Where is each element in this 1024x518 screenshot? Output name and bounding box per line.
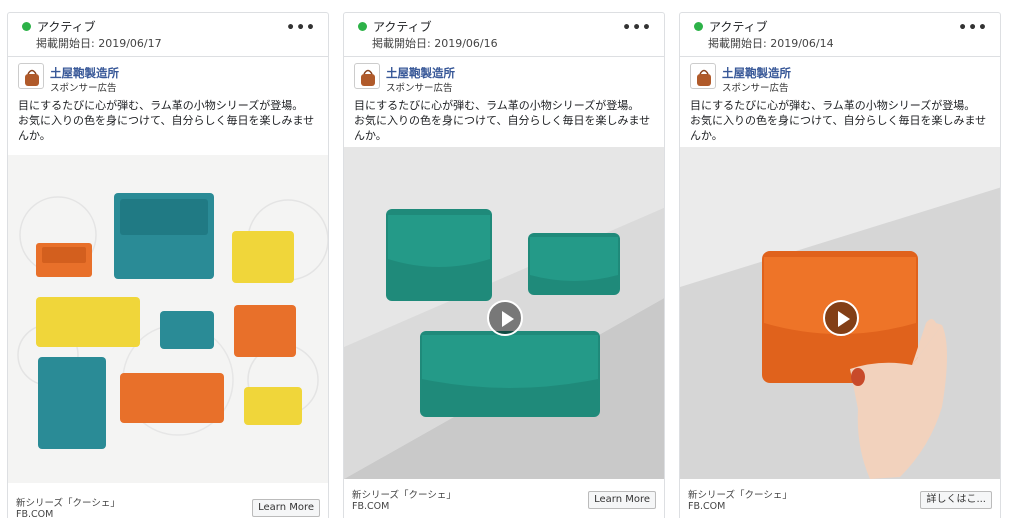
ad-library-cards: アクティブ 掲載開始日: 2019/06/17 ••• 土屋鞄製造所 スポンサー… xyxy=(0,0,1024,518)
bag-logo-icon xyxy=(361,69,375,86)
link-domain: FB.COM xyxy=(16,509,54,518)
divider xyxy=(344,56,664,57)
ad-body-line: お気に入りの色を身につけて、自分らしく毎日を楽しみませんか。 xyxy=(18,114,315,142)
learn-more-button[interactable]: Learn More xyxy=(588,491,656,509)
ad-body-line: 目にするたびに心が弾む、ラム革の小物シリーズが登場。 xyxy=(690,99,976,112)
ad-body-text: 目にするたびに心が弾む、ラム革の小物シリーズが登場。 お気に入りの色を身につけて… xyxy=(18,98,318,143)
divider xyxy=(8,56,328,57)
link-caption: 新シリーズ「クーシェ」 xyxy=(16,498,120,509)
active-dot-icon xyxy=(358,22,367,31)
ad-body-line: お気に入りの色を身につけて、自分らしく毎日を楽しみませんか。 xyxy=(354,114,651,142)
wallet-collection-image xyxy=(17,193,328,449)
page-name-link[interactable]: 土屋鞄製造所 xyxy=(386,65,455,81)
more-options-icon[interactable]: ••• xyxy=(286,21,316,35)
link-caption: 新シリーズ「クーシェ」 xyxy=(352,490,456,501)
status-row: アクティブ xyxy=(694,18,768,35)
status-label: アクティブ xyxy=(373,20,432,34)
ad-body-line: 目にするたびに心が弾む、ラム革の小物シリーズが登場。 xyxy=(18,99,304,112)
status-row: アクティブ xyxy=(22,18,96,35)
ad-body-text: 目にするたびに心が弾む、ラム革の小物シリーズが登場。 お気に入りの色を身につけて… xyxy=(354,98,654,143)
page-name-link[interactable]: 土屋鞄製造所 xyxy=(722,65,791,81)
ad-body-line: お気に入りの色を身につけて、自分らしく毎日を楽しみませんか。 xyxy=(690,114,987,142)
sponsored-label: スポンサー広告 xyxy=(386,83,453,94)
play-icon[interactable] xyxy=(487,300,523,336)
start-date: 掲載開始日: 2019/06/17 xyxy=(36,37,162,50)
learn-more-button[interactable]: 詳しくはこ... xyxy=(920,491,992,509)
ad-card: アクティブ 掲載開始日: 2019/06/16 ••• 土屋鞄製造所 スポンサー… xyxy=(343,12,665,518)
link-caption: 新シリーズ「クーシェ」 xyxy=(688,490,792,501)
learn-more-button[interactable]: Learn More xyxy=(252,499,320,517)
ad-body-line: 目にするたびに心が弾む、ラム革の小物シリーズが登場。 xyxy=(354,99,640,112)
status-label: アクティブ xyxy=(37,20,96,34)
more-options-icon[interactable]: ••• xyxy=(622,21,652,35)
ad-card: アクティブ 掲載開始日: 2019/06/17 ••• 土屋鞄製造所 スポンサー… xyxy=(7,12,329,518)
ad-video[interactable] xyxy=(680,147,1000,479)
sponsored-label: スポンサー広告 xyxy=(50,83,117,94)
link-domain: FB.COM xyxy=(688,501,726,512)
sponsored-label: スポンサー広告 xyxy=(722,83,789,94)
bag-logo-icon xyxy=(25,69,39,86)
page-name-link[interactable]: 土屋鞄製造所 xyxy=(50,65,119,81)
ad-card: アクティブ 掲載開始日: 2019/06/14 ••• 土屋鞄製造所 スポンサー… xyxy=(679,12,1001,518)
bag-logo-icon xyxy=(697,69,711,86)
divider xyxy=(680,56,1000,57)
play-icon[interactable] xyxy=(823,300,859,336)
more-options-icon[interactable]: ••• xyxy=(958,21,988,35)
avatar[interactable] xyxy=(18,63,44,89)
active-dot-icon xyxy=(22,22,31,31)
status-row: アクティブ xyxy=(358,18,432,35)
ad-body-text: 目にするたびに心が弾む、ラム革の小物シリーズが登場。 お気に入りの色を身につけて… xyxy=(690,98,990,143)
status-label: アクティブ xyxy=(709,20,768,34)
avatar[interactable] xyxy=(690,63,716,89)
start-date: 掲載開始日: 2019/06/14 xyxy=(708,37,834,50)
ad-video[interactable] xyxy=(344,147,664,479)
avatar[interactable] xyxy=(354,63,380,89)
link-domain: FB.COM xyxy=(352,501,390,512)
ad-image[interactable] xyxy=(8,155,328,483)
start-date: 掲載開始日: 2019/06/16 xyxy=(372,37,498,50)
active-dot-icon xyxy=(694,22,703,31)
